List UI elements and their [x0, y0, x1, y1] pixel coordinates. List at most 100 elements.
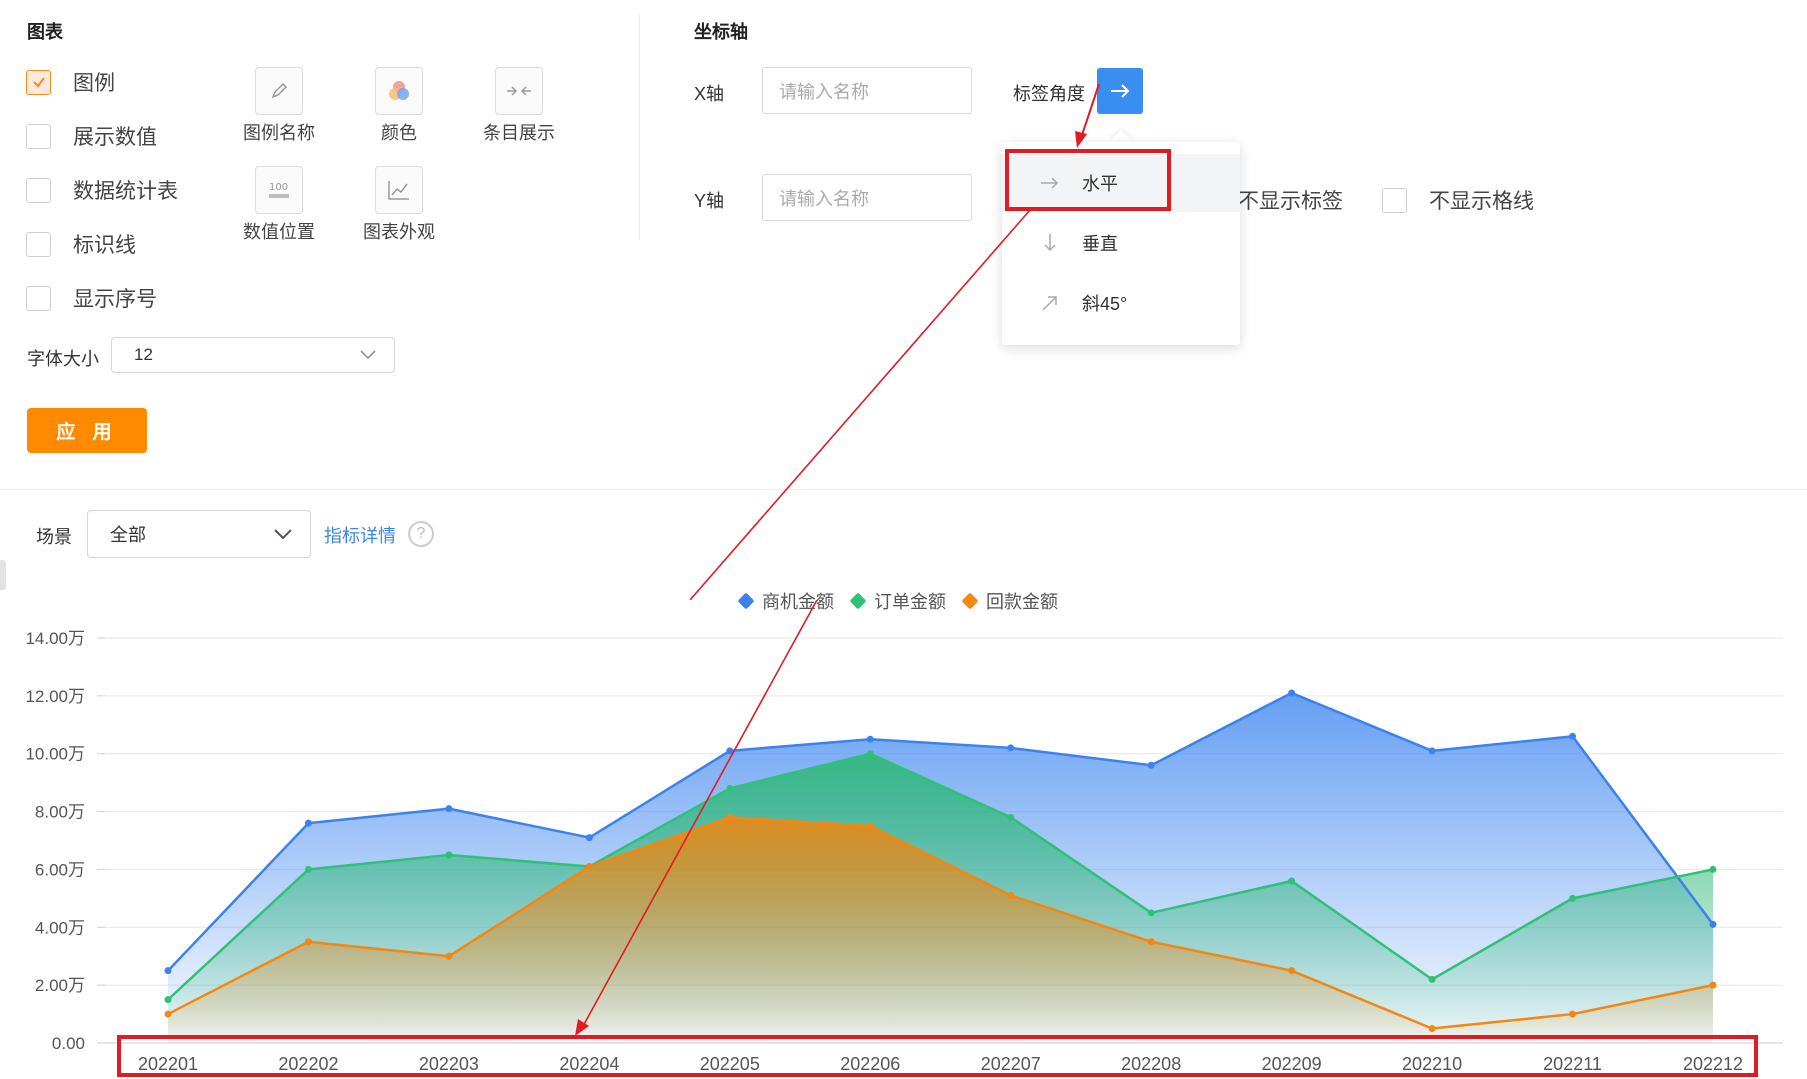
checkbox-box[interactable]	[26, 177, 51, 203]
data-point	[585, 834, 593, 842]
dropdown-item-vertical[interactable]: 垂直	[1002, 214, 1240, 272]
data-point	[1569, 732, 1577, 740]
x-tick-label: 202207	[981, 1054, 1041, 1074]
data-point	[866, 822, 874, 830]
checkbox-box[interactable]	[26, 69, 51, 95]
checkbox-data-table[interactable]: 数据统计表	[26, 175, 178, 205]
area-chart: 0.00 2.00万 4.00万 6.00万 8.00万 10.00万 12.00万 14.0…	[25, 600, 1783, 1077]
apply-button[interactable]: 应 用	[27, 408, 147, 453]
dropdown-item-diagonal[interactable]: 斜45°	[1002, 274, 1240, 332]
side-collapse-handle[interactable]	[0, 560, 6, 590]
checkbox-label: 数据统计表	[73, 180, 178, 203]
data-point	[1709, 920, 1717, 928]
hide-gridlines-option[interactable]: 不显示格线	[1382, 185, 1534, 215]
scene-value: 全部	[110, 525, 146, 545]
x-tick-label: 202204	[559, 1054, 619, 1074]
chevron-down-icon	[274, 524, 292, 545]
data-point	[1288, 967, 1296, 975]
y-tick-label: 8.00万	[35, 803, 85, 822]
chart-section-title: 图表	[27, 22, 63, 42]
data-point	[1147, 909, 1155, 917]
chevron-down-icon	[360, 345, 376, 365]
data-point	[445, 952, 453, 960]
tool-label: 条目展示	[483, 123, 555, 143]
x-tick-label: 202202	[278, 1054, 338, 1074]
checkbox-legend[interactable]: 图例	[26, 67, 115, 97]
x-tick-label: 202205	[700, 1054, 760, 1074]
arrow-down-icon	[1038, 233, 1062, 253]
tool-label: 图表外观	[363, 222, 435, 242]
checkbox-box[interactable]	[26, 123, 51, 149]
data-point	[304, 865, 312, 873]
data-point	[866, 735, 874, 743]
x-tick-label: 202209	[1262, 1054, 1322, 1074]
hide-labels-option[interactable]: 不显示标签	[1238, 185, 1343, 215]
scene-label: 场景	[36, 527, 72, 547]
data-point	[1147, 761, 1155, 769]
checkbox-show-values[interactable]: 展示数值	[26, 121, 157, 151]
highlight-box-horizontal	[1005, 149, 1171, 211]
dropdown-item-label: 垂直	[1082, 234, 1118, 254]
annotation-arrow	[689, 209, 1031, 600]
checkbox-label: 展示数值	[73, 126, 157, 149]
hide-gridlines-text: 不显示格线	[1429, 190, 1534, 213]
color-tool[interactable]: 颜色	[339, 67, 459, 145]
data-point	[1428, 975, 1436, 983]
data-point	[1709, 865, 1717, 873]
data-point	[164, 967, 172, 975]
color-palette-icon[interactable]	[375, 67, 423, 115]
checkbox-box[interactable]	[1382, 187, 1407, 213]
data-point	[1288, 689, 1296, 697]
checkbox-show-index[interactable]: 显示序号	[26, 283, 157, 313]
dropdown-item-label: 斜45°	[1082, 294, 1128, 314]
data-point	[1007, 891, 1015, 899]
y-tick-label: 14.00万	[25, 629, 85, 648]
font-size-select[interactable]: 12	[111, 337, 395, 373]
x-axis-name-input[interactable]: 请输入名称	[762, 67, 972, 114]
axis-section-title: 坐标轴	[694, 22, 748, 42]
item-display-tool[interactable]: 条目展示	[459, 67, 579, 145]
x-tick-label: 202211	[1543, 1054, 1602, 1074]
x-tick-label: 202206	[840, 1054, 900, 1074]
arrow-right-icon	[1111, 84, 1130, 98]
data-point	[1147, 938, 1155, 946]
pencil-icon[interactable]	[255, 67, 303, 115]
value-position-icon[interactable]: 100	[255, 166, 303, 214]
compress-arrows-icon[interactable]	[495, 67, 543, 115]
help-icon[interactable]: ?	[408, 521, 434, 547]
x-tick-label: 202210	[1402, 1054, 1462, 1074]
x-tick-label: 202203	[419, 1054, 479, 1074]
data-point	[1007, 813, 1015, 821]
data-point	[1007, 744, 1015, 752]
checkbox-mark-line[interactable]: 标识线	[26, 229, 136, 259]
y-tick-label: 6.00万	[35, 860, 85, 879]
data-point	[585, 863, 593, 871]
line-chart-icon[interactable]	[375, 166, 423, 214]
checkbox-label: 标识线	[73, 234, 136, 257]
data-point	[304, 819, 312, 827]
data-point	[164, 1010, 172, 1018]
checkbox-box[interactable]	[26, 231, 51, 257]
panel-divider	[639, 15, 640, 240]
arrow-diagonal-icon	[1038, 294, 1062, 312]
checkbox-box[interactable]	[26, 285, 51, 311]
checkbox-label: 显示序号	[73, 288, 157, 311]
legend-name-tool[interactable]: 图例名称	[219, 67, 339, 145]
y-tick-label: 4.00万	[35, 918, 85, 937]
font-size-value: 12	[134, 345, 153, 364]
label-angle-button[interactable]	[1097, 68, 1143, 114]
section-divider	[0, 489, 1807, 490]
data-point	[304, 938, 312, 946]
data-point	[445, 851, 453, 859]
chart-appearance-tool[interactable]: 图表外观	[339, 166, 459, 244]
scene-select[interactable]: 全部	[87, 510, 311, 558]
data-point	[164, 996, 172, 1004]
checkbox-label: 图例	[73, 72, 115, 95]
tool-label: 图例名称	[243, 123, 315, 143]
y-axis-name-input[interactable]: 请输入名称	[762, 174, 972, 221]
data-point	[445, 805, 453, 813]
y-axis-label: Y轴	[694, 191, 725, 211]
indicator-details-link[interactable]: 指标详情	[324, 522, 396, 548]
value-position-tool[interactable]: 100 数值位置	[219, 166, 339, 244]
tool-label: 颜色	[381, 123, 417, 143]
